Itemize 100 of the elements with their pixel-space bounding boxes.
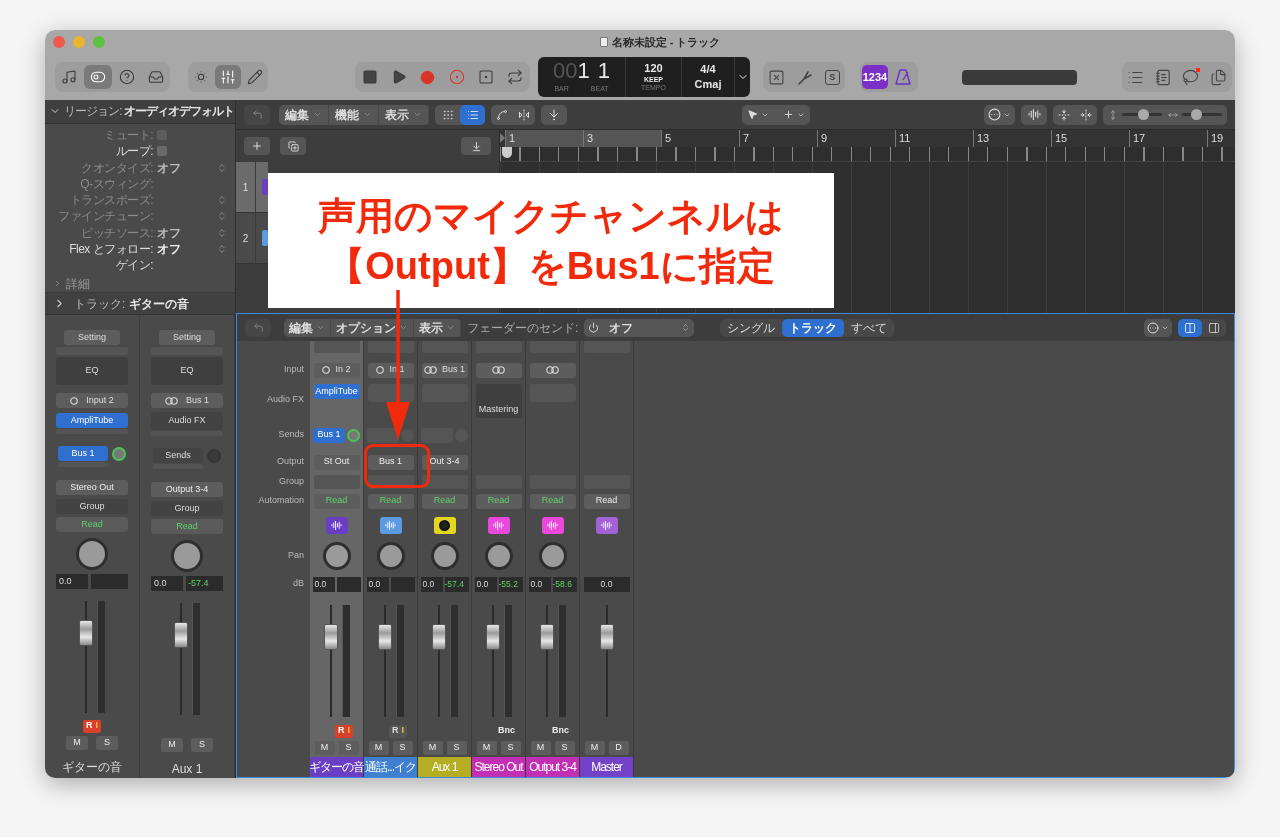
setting-button[interactable]: Setting [159, 330, 215, 345]
output-button[interactable]: Bus 1 [367, 454, 414, 470]
menu-button[interactable]: 表示 [379, 104, 429, 125]
automation-button[interactable]: Read [313, 493, 360, 509]
channel-toggle[interactable]: S [96, 736, 118, 750]
curve-icon[interactable] [496, 108, 508, 121]
channel-toggle[interactable]: M [66, 736, 88, 750]
fader-handle[interactable] [174, 621, 188, 648]
empty-slot[interactable] [367, 384, 414, 402]
fader-handle[interactable] [431, 623, 446, 650]
output-button[interactable]: Out 3-4 [421, 454, 468, 470]
plus-icon[interactable] [782, 109, 794, 120]
pan-knob[interactable] [430, 542, 459, 570]
plugin-slot[interactable]: AmpliTube [313, 384, 360, 399]
automation-button[interactable]: Read [56, 517, 128, 532]
input-button[interactable] [475, 362, 522, 378]
record-enable-button[interactable]: R I [83, 719, 101, 733]
pan-knob[interactable] [322, 542, 351, 570]
volume-readout[interactable]: 0.0 [528, 576, 551, 592]
volume-readout[interactable]: 0.0 [420, 576, 443, 592]
fader-handle[interactable] [377, 623, 392, 650]
toolbar-button[interactable] [84, 65, 113, 89]
track-header[interactable]: 2 [236, 213, 268, 264]
group-slot[interactable] [421, 475, 468, 489]
add-track-button[interactable] [244, 137, 270, 155]
channel-toggle[interactable]: S [338, 741, 359, 755]
output-button[interactable]: Output 3-4 [151, 482, 223, 497]
volume-readout[interactable]: 0.0 [366, 576, 389, 592]
output-button[interactable]: Stereo Out [56, 480, 128, 495]
view-tab[interactable]: すべて [844, 318, 895, 337]
audio-fx-slot[interactable]: Audio FX [151, 412, 223, 430]
volume-readout[interactable]: 0.0 [56, 574, 88, 589]
bounce-label[interactable]: Bnc [552, 724, 569, 738]
import-button[interactable] [461, 137, 491, 155]
layout-toggle[interactable] [1178, 318, 1202, 337]
back-button[interactable] [245, 318, 271, 337]
input-button[interactable]: Bus 1 [151, 393, 223, 408]
automation-button[interactable]: Read [529, 493, 576, 509]
pan-knob[interactable] [76, 538, 108, 570]
channel-toggle[interactable]: M [161, 738, 183, 752]
menu-button[interactable]: 表示 [414, 318, 461, 337]
details-label[interactable]: 詳細 [66, 274, 90, 293]
snap-button[interactable] [541, 104, 567, 125]
plugin-slot[interactable]: Mastering [475, 384, 522, 418]
send-dropdown[interactable]: オフ [584, 318, 695, 337]
bounce-label[interactable]: Bnc [498, 724, 515, 738]
channel-toggle[interactable]: S [392, 741, 413, 755]
more-icon[interactable] [1147, 321, 1159, 334]
stepper-icon[interactable] [217, 244, 227, 254]
send-button[interactable]: Sends [153, 448, 203, 463]
fader-handle[interactable] [599, 623, 614, 650]
channel-toggle[interactable]: S [500, 741, 521, 755]
channel-toggle[interactable]: M [314, 741, 335, 755]
send-button[interactable]: Bus 1 [58, 446, 108, 461]
setting-button[interactable]: Setting [64, 330, 120, 345]
checkbox[interactable] [157, 146, 167, 157]
channel-strip[interactable]: Read 0.0 -58.6 Bnc M S Output 3-4 [526, 341, 580, 777]
automation-button[interactable]: Read [475, 493, 522, 509]
channel-strip[interactable]: Bus 1 Out 3-4 Read 0.0 -57.4 M S Aux 1 [418, 341, 472, 777]
fit-width-icon[interactable] [1080, 108, 1092, 121]
view-tab[interactable]: トラック [782, 318, 845, 337]
channel-strip[interactable]: Mastering Read 0.0 -55.2 Bnc M S Stereo Out [472, 341, 526, 777]
track-header[interactable]: 1 [236, 162, 268, 213]
group-button[interactable]: Group [56, 499, 128, 514]
menu-button[interactable]: 機能 [329, 104, 379, 125]
input-button[interactable]: In 2 [313, 362, 360, 378]
playhead-icon[interactable] [502, 147, 512, 158]
output-button[interactable]: St Out [313, 454, 360, 470]
slider-thumb[interactable] [1137, 109, 1149, 120]
count-in-button[interactable]: 1234 [862, 65, 888, 89]
channel-toggle[interactable]: M [368, 741, 389, 755]
empty-slot[interactable] [367, 427, 399, 443]
empty-slot[interactable] [367, 341, 414, 353]
view-tab[interactable]: シングル [720, 318, 783, 337]
volume-readout[interactable]: 0.0 [474, 576, 497, 592]
volume-readout[interactable]: 0.0 [312, 576, 335, 592]
automation-button[interactable]: Read [583, 493, 630, 509]
pan-knob[interactable] [484, 542, 513, 570]
duplicate-track-button[interactable] [280, 137, 306, 155]
pan-knob[interactable] [538, 542, 567, 570]
automation-button[interactable]: Read [367, 493, 414, 509]
pointer-icon[interactable] [746, 109, 758, 120]
pan-knob[interactable] [171, 540, 203, 572]
menu-button[interactable]: 編集 [279, 104, 329, 125]
send-level-knob[interactable] [347, 428, 360, 442]
menu-button[interactable]: オプション [331, 318, 414, 337]
back-button[interactable] [244, 104, 270, 125]
channel-strip[interactable]: Read 0.0 M D Master [580, 341, 634, 777]
view-toggle[interactable] [460, 104, 485, 125]
channel-toggle[interactable]: S [554, 741, 575, 755]
record-enable-button[interactable]: R I [335, 724, 353, 738]
slider-thumb[interactable] [1190, 109, 1202, 120]
channel-toggle[interactable]: S [446, 741, 467, 755]
record-enable-button[interactable]: R I [389, 724, 407, 738]
toolbar-button[interactable] [214, 65, 242, 89]
send-level-knob[interactable] [112, 446, 126, 461]
menu-button[interactable]: 編集 [284, 318, 331, 337]
channel-toggle[interactable]: M [422, 741, 443, 755]
send-button[interactable]: Bus 1 [313, 427, 345, 443]
volume-readout[interactable]: 0.0 [151, 576, 183, 591]
